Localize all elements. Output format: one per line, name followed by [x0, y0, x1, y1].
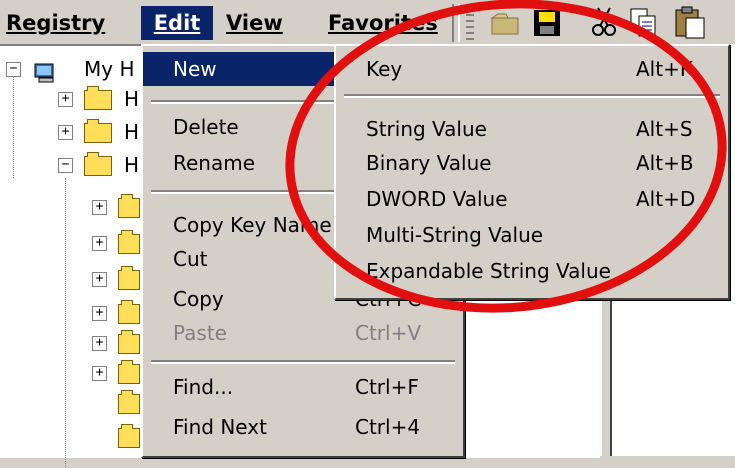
collapse-icon[interactable]: −: [6, 62, 21, 77]
folder-icon: [118, 266, 140, 290]
menu-view[interactable]: View: [226, 6, 283, 40]
folder-icon: [118, 230, 140, 254]
expand-icon[interactable]: +: [92, 200, 107, 215]
expand-icon[interactable]: +: [92, 236, 107, 251]
tree-subnode[interactable]: [0, 388, 140, 418]
expand-icon[interactable]: +: [92, 336, 107, 351]
menu-item-label: New: [173, 57, 217, 81]
tree-subnode[interactable]: +: [0, 228, 140, 258]
folder-icon: [84, 152, 112, 176]
folder-icon: [118, 390, 140, 414]
paste-icon[interactable]: [672, 4, 708, 40]
tree-subnode[interactable]: [0, 422, 140, 452]
expand-icon[interactable]: +: [58, 125, 73, 140]
folder-icon: [118, 424, 140, 448]
menu-item-find[interactable]: Find... Ctrl+F: [143, 370, 463, 404]
folder-icon: [84, 86, 112, 110]
tree-subnode[interactable]: +: [0, 298, 140, 328]
folder-icon: [84, 119, 112, 143]
expand-icon[interactable]: +: [58, 92, 73, 107]
menu-item-shortcut: Ctrl+F: [355, 375, 419, 399]
expand-icon[interactable]: +: [92, 306, 107, 321]
tree-subnode[interactable]: +: [0, 264, 140, 294]
tree-node-label: H: [124, 87, 140, 111]
menu-item-find-next[interactable]: Find Next Ctrl+4: [143, 410, 463, 444]
menu-registry[interactable]: Registry: [6, 6, 105, 40]
collapse-icon[interactable]: −: [58, 158, 73, 173]
menu-separator: [151, 360, 455, 364]
tree-node[interactable]: + H: [0, 117, 140, 147]
tree-root-label: My H: [84, 57, 135, 81]
folder-icon: [118, 300, 140, 324]
tree-node[interactable]: + H: [0, 84, 140, 114]
tree-root[interactable]: − My H: [0, 54, 140, 84]
tree-node-label: H: [124, 153, 140, 177]
menu-item-label: Copy: [173, 287, 224, 311]
menu-item-label: Cut: [173, 247, 208, 271]
folder-icon: [118, 194, 140, 218]
tree-node[interactable]: − H: [0, 150, 140, 180]
menu-item-label: Find Next: [173, 415, 267, 439]
expand-icon[interactable]: +: [92, 272, 107, 287]
tree-subnode[interactable]: +: [0, 328, 140, 358]
tree-subnode[interactable]: +: [0, 192, 140, 222]
menu-item-shortcut: Ctrl+4: [355, 415, 421, 439]
menu-item-label: Find...: [173, 375, 234, 399]
tree-node-label: H: [124, 120, 140, 144]
computer-icon: [34, 63, 54, 83]
menu-item-paste[interactable]: Paste Ctrl+V: [143, 316, 463, 350]
folder-icon: [118, 360, 140, 384]
tree-subnode[interactable]: +: [0, 358, 140, 388]
menu-item-label: Delete: [173, 115, 239, 139]
menu-item-label: Rename: [173, 151, 256, 175]
folder-icon: [118, 330, 140, 354]
menu-item-label: Paste: [173, 321, 227, 345]
menu-edit[interactable]: Edit: [141, 6, 213, 40]
menu-item-shortcut: Ctrl+V: [355, 321, 422, 345]
expand-icon[interactable]: +: [92, 366, 107, 381]
